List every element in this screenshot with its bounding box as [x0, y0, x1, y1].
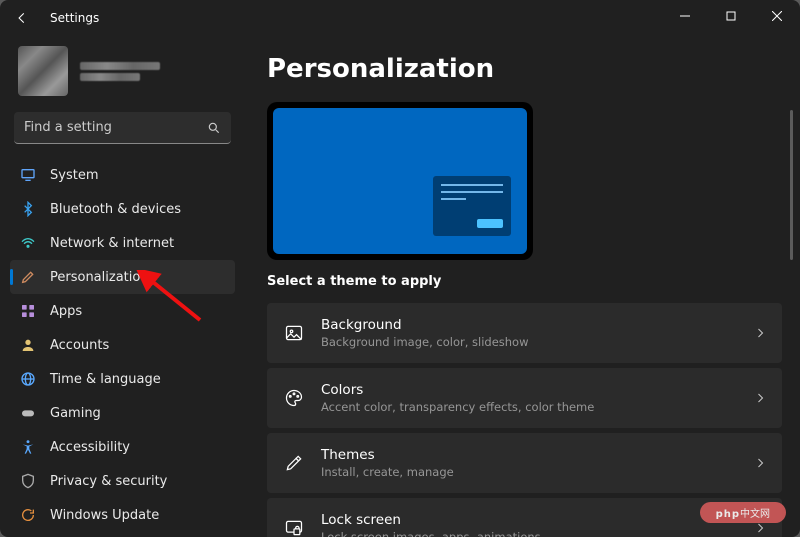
card-title: Themes	[321, 447, 754, 463]
sidebar-item-label: Accounts	[50, 338, 109, 353]
gaming-icon	[20, 405, 36, 421]
sidebar-item-personalization[interactable]: Personalization	[10, 260, 235, 294]
card-subtitle: Install, create, manage	[321, 465, 754, 479]
main-panel: Personalization Select a theme to apply …	[245, 36, 800, 537]
sidebar-item-label: Apps	[50, 304, 82, 319]
sidebar: System Bluetooth & devices Network & int…	[0, 36, 245, 537]
sidebar-item-label: Personalization	[50, 270, 149, 285]
section-label: Select a theme to apply	[267, 274, 782, 289]
sidebar-item-system[interactable]: System	[10, 158, 235, 192]
back-button[interactable]	[10, 6, 34, 30]
card-title: Lock screen	[321, 512, 754, 528]
image-icon	[283, 322, 305, 344]
card-body: Background Background image, color, slid…	[321, 317, 754, 349]
preview-screen	[273, 108, 527, 254]
card-subtitle: Accent color, transparency effects, colo…	[321, 400, 754, 414]
sidebar-item-label: Bluetooth & devices	[50, 202, 181, 217]
sidebar-item-network[interactable]: Network & internet	[10, 226, 235, 260]
watermark-brand: php	[716, 509, 740, 520]
profile-name-redacted	[80, 62, 160, 70]
card-background[interactable]: Background Background image, color, slid…	[267, 303, 782, 363]
sidebar-item-privacy[interactable]: Privacy & security	[10, 464, 235, 498]
content-area: System Bluetooth & devices Network & int…	[0, 36, 800, 537]
minimize-button[interactable]	[662, 0, 708, 32]
titlebar: Settings	[0, 0, 800, 36]
sidebar-item-windows-update[interactable]: Windows Update	[10, 498, 235, 532]
chevron-right-icon	[754, 522, 766, 534]
palette-icon	[283, 387, 305, 409]
sidebar-item-gaming[interactable]: Gaming	[10, 396, 235, 430]
avatar	[18, 46, 68, 96]
maximize-button[interactable]	[708, 0, 754, 32]
chevron-right-icon	[754, 457, 766, 469]
preview-line	[441, 191, 503, 193]
shield-icon	[20, 473, 36, 489]
sidebar-item-time-language[interactable]: Time & language	[10, 362, 235, 396]
settings-window: Settings	[0, 0, 800, 537]
brush-icon	[283, 452, 305, 474]
card-subtitle: Lock screen images, apps, animations	[321, 530, 754, 537]
sidebar-nav: System Bluetooth & devices Network & int…	[6, 156, 239, 537]
card-body: Lock screen Lock screen images, apps, an…	[321, 512, 754, 537]
card-title: Colors	[321, 382, 754, 398]
search-input[interactable]	[14, 112, 231, 144]
accounts-icon	[20, 337, 36, 353]
window-controls	[662, 0, 800, 32]
update-icon	[20, 507, 36, 523]
sidebar-item-label: Windows Update	[50, 508, 159, 523]
profile-email-redacted	[80, 73, 140, 81]
sidebar-item-label: Gaming	[50, 406, 101, 421]
globe-icon	[20, 371, 36, 387]
sidebar-item-accessibility[interactable]: Accessibility	[10, 430, 235, 464]
scrollbar-thumb[interactable]	[790, 110, 793, 260]
preview-widget	[433, 176, 511, 236]
card-body: Colors Accent color, transparency effect…	[321, 382, 754, 414]
sidebar-item-label: Time & language	[50, 372, 161, 387]
system-icon	[20, 167, 36, 183]
close-button[interactable]	[754, 0, 800, 32]
chevron-right-icon	[754, 392, 766, 404]
chevron-right-icon	[754, 327, 766, 339]
sidebar-item-label: Accessibility	[50, 440, 130, 455]
sidebar-item-label: Privacy & security	[50, 474, 167, 489]
card-body: Themes Install, create, manage	[321, 447, 754, 479]
apps-icon	[20, 303, 36, 319]
preview-line	[441, 198, 466, 200]
titlebar-title: Settings	[50, 11, 99, 25]
bluetooth-icon	[20, 201, 36, 217]
theme-preview[interactable]	[267, 102, 533, 260]
accessibility-icon	[20, 439, 36, 455]
watermark-badge: php中文网	[700, 502, 786, 523]
search-wrapper	[14, 112, 231, 144]
preview-line	[441, 184, 503, 186]
search-icon	[207, 121, 221, 135]
sidebar-item-bluetooth[interactable]: Bluetooth & devices	[10, 192, 235, 226]
sidebar-item-label: Network & internet	[50, 236, 174, 251]
profile-text	[80, 62, 160, 81]
lock-screen-icon	[283, 517, 305, 537]
preview-button	[477, 219, 503, 228]
card-title: Background	[321, 317, 754, 333]
card-themes[interactable]: Themes Install, create, manage	[267, 433, 782, 493]
paintbrush-icon	[20, 269, 36, 285]
profile-block[interactable]	[6, 36, 239, 110]
card-subtitle: Background image, color, slideshow	[321, 335, 754, 349]
page-title: Personalization	[267, 54, 782, 84]
sidebar-item-apps[interactable]: Apps	[10, 294, 235, 328]
sidebar-item-label: System	[50, 168, 98, 183]
sidebar-item-accounts[interactable]: Accounts	[10, 328, 235, 362]
card-colors[interactable]: Colors Accent color, transparency effect…	[267, 368, 782, 428]
wifi-icon	[20, 235, 36, 251]
watermark-suffix: 中文网	[740, 509, 770, 520]
